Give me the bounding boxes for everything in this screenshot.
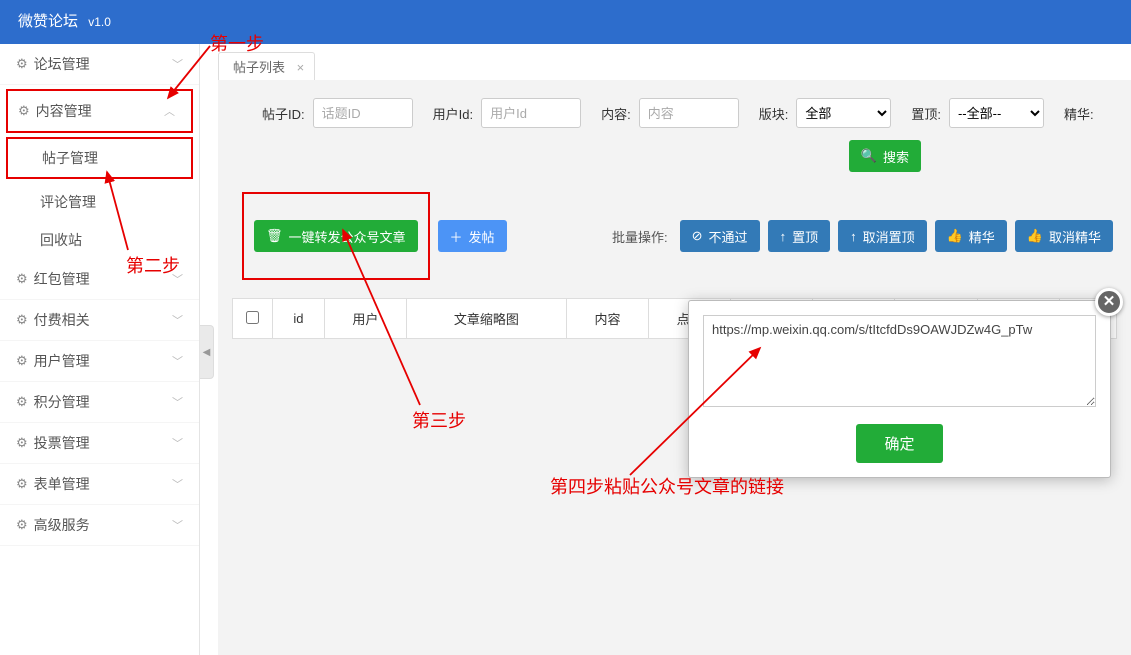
app-version: v1.0 (88, 15, 111, 29)
button-label: 发帖 (469, 227, 495, 246)
arrow-up-icon: ↑ (850, 229, 857, 244)
tab-post-list[interactable]: 帖子列表 × (218, 52, 315, 80)
filter-label-postid: 帖子ID: (262, 104, 305, 123)
sidebar-item-points[interactable]: 积分管理 ﹀ (0, 382, 199, 423)
tab-bar: 帖子列表 × (218, 52, 315, 80)
dialog-confirm-button[interactable]: 确定 (856, 424, 942, 463)
button-label: 取消精华 (1049, 227, 1101, 246)
annotation-highlight-forward: 🗑 一键转发公众号文章 (242, 192, 430, 280)
sidebar-item-label: 表单管理 (34, 474, 90, 494)
sidebar-item-vote[interactable]: 投票管理 ﹀ (0, 423, 199, 464)
button-label: 取消置顶 (863, 227, 915, 246)
chevron-down-icon: ﹀ (172, 271, 183, 287)
sticky-select[interactable]: --全部-- (949, 98, 1044, 128)
chevron-down-icon: ﹀ (172, 435, 183, 451)
col-id: id (273, 299, 325, 339)
sidebar-item-label: 评论管理 (40, 194, 96, 210)
sidebar-item-payment[interactable]: 付费相关 ﹀ (0, 300, 199, 341)
chevron-down-icon: ﹀ (172, 56, 183, 72)
button-label: 精华 (969, 227, 995, 246)
sticky-button[interactable]: ↑ 置顶 (768, 220, 831, 252)
sidebar-item-advanced[interactable]: 高级服务 ﹀ (0, 505, 199, 546)
arrow-up-icon: ↑ (780, 229, 787, 244)
bulk-label: 批量操作: (612, 227, 668, 246)
reject-button[interactable]: ⊘ 不通过 (680, 220, 760, 252)
action-bar: 🗑 一键转发公众号文章 ＋ 发帖 批量操作: ⊘ 不通过 ↑ 置顶 ↑ 取消置顶… (218, 184, 1131, 288)
trash-icon: 🗑 (266, 228, 283, 244)
sidebar-item-label: 投票管理 (34, 433, 90, 453)
col-content: 内容 (566, 299, 648, 339)
chevron-down-icon: ﹀ (172, 476, 183, 492)
search-button[interactable]: 🔍 搜索 (849, 140, 921, 172)
sidebar-item-content[interactable]: 内容管理 ︿ (8, 91, 191, 131)
chevron-down-icon: ﹀ (172, 517, 183, 533)
url-textarea[interactable] (703, 315, 1096, 407)
sidebar-item-label: 回收站 (40, 232, 82, 248)
sidebar-item-label: 高级服务 (34, 515, 90, 535)
sidebar-item-label: 论坛管理 (34, 54, 90, 74)
ban-icon: ⊘ (692, 228, 703, 244)
button-label: 一键转发公众号文章 (289, 227, 406, 246)
close-icon[interactable]: × (297, 60, 305, 75)
url-dialog: ✕ 确定 (688, 300, 1111, 478)
sidebar-item-label: 帖子管理 (42, 150, 98, 166)
sidebar-item-label: 内容管理 (36, 101, 92, 121)
dialog-close-button[interactable]: ✕ (1095, 288, 1123, 316)
sidebar-item-label: 付费相关 (34, 310, 90, 330)
app-header: 微赞论坛 v1.0 (0, 0, 1131, 44)
sidebar-item-user[interactable]: 用户管理 ﹀ (0, 341, 199, 382)
unessence-button[interactable]: 👍 取消精华 (1015, 220, 1113, 252)
sidebar: 论坛管理 ﹀ 内容管理 ︿ 帖子管理 评论管理 回收站 红包管理 ﹀ 付费相关 … (0, 44, 200, 655)
user-id-input[interactable] (481, 98, 581, 128)
sidebar-item-label: 积分管理 (34, 392, 90, 412)
sidebar-item-forum[interactable]: 论坛管理 ﹀ (0, 44, 199, 85)
select-all-checkbox[interactable] (246, 311, 259, 324)
annotation-highlight-post: 帖子管理 (6, 137, 193, 179)
button-label: 不通过 (709, 227, 748, 246)
sidebar-item-label: 红包管理 (34, 269, 90, 289)
sidebar-sub-post[interactable]: 帖子管理 (8, 139, 191, 177)
sidebar-item-form[interactable]: 表单管理 ﹀ (0, 464, 199, 505)
new-post-button[interactable]: ＋ 发帖 (438, 220, 507, 252)
sidebar-sub-recycle[interactable]: 回收站 (0, 221, 199, 259)
sidebar-item-label: 用户管理 (34, 351, 90, 371)
post-id-input[interactable] (313, 98, 413, 128)
filter-label-sticky: 置顶: (911, 104, 941, 123)
filter-label-userid: 用户Id: (433, 104, 473, 123)
essence-button[interactable]: 👍 精华 (935, 220, 1007, 252)
filter-label-essence: 精华: (1064, 104, 1094, 123)
button-label: 置顶 (792, 227, 818, 246)
app-title: 微赞论坛 (18, 13, 78, 30)
col-thumb: 文章缩略图 (406, 299, 566, 339)
annotation-highlight-content: 内容管理 ︿ (6, 89, 193, 133)
content-input[interactable] (639, 98, 739, 128)
sidebar-item-redpacket[interactable]: 红包管理 ﹀ (0, 259, 199, 300)
tab-label: 帖子列表 (233, 60, 285, 75)
search-icon: 🔍 (861, 148, 877, 164)
thumbs-up-icon: 👍 (947, 228, 963, 244)
forward-wechat-button[interactable]: 🗑 一键转发公众号文章 (254, 220, 418, 252)
unsticky-button[interactable]: ↑ 取消置顶 (838, 220, 927, 252)
col-user: 用户 (324, 299, 406, 339)
filter-bar: 帖子ID: 用户Id: 内容: 版块: 全部 置顶: --全部-- 精华: (218, 98, 1131, 140)
sidebar-collapse-handle[interactable]: ◀ (200, 325, 214, 379)
chevron-down-icon: ﹀ (172, 394, 183, 410)
board-select[interactable]: 全部 (796, 98, 891, 128)
chevron-down-icon: ﹀ (172, 312, 183, 328)
chevron-down-icon: ﹀ (172, 353, 183, 369)
chevron-up-icon: ︿ (164, 103, 175, 119)
button-label: 搜索 (883, 147, 909, 166)
filter-label-content: 内容: (601, 104, 631, 123)
thumbs-up-icon: 👍 (1027, 228, 1043, 244)
plus-icon: ＋ (450, 227, 463, 246)
button-label: 确定 (884, 436, 914, 453)
sidebar-sub-comment[interactable]: 评论管理 (0, 183, 199, 221)
filter-label-board: 版块: (759, 104, 789, 123)
search-row: 🔍 搜索 (218, 140, 1131, 184)
